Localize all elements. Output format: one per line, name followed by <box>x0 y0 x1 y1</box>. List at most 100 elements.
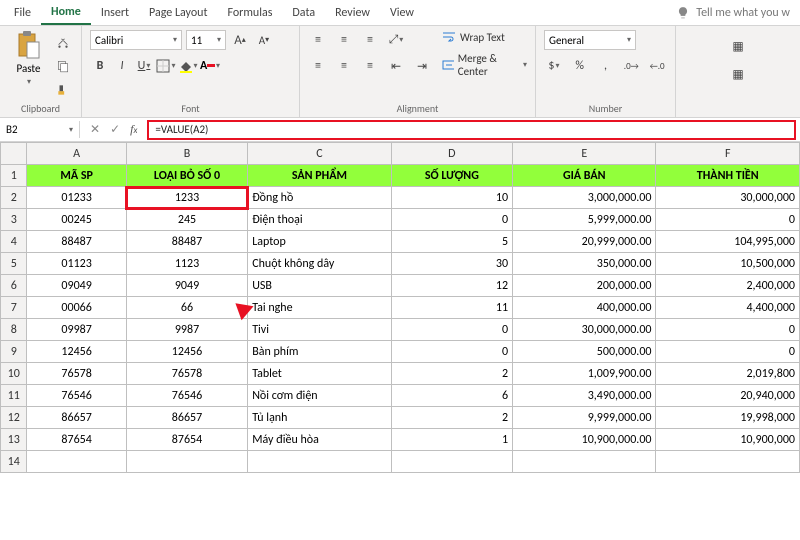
align-right-button[interactable]: ≡ <box>360 56 380 76</box>
name-box[interactable]: B2▾ <box>0 121 80 138</box>
cell[interactable]: 01233 <box>27 187 126 209</box>
align-bottom-button[interactable]: ≡ <box>360 30 380 50</box>
col-header-C[interactable]: C <box>248 143 391 165</box>
cell[interactable]: Máy điều hòa <box>248 429 391 451</box>
decrease-decimal-button[interactable]: ←.0 <box>647 56 667 76</box>
cell[interactable]: 400,000.00 <box>513 297 656 319</box>
cell[interactable]: 1 <box>391 429 512 451</box>
cell[interactable]: 5,999,000.00 <box>513 209 656 231</box>
cell[interactable]: 00066 <box>27 297 126 319</box>
col-header-B[interactable]: B <box>126 143 247 165</box>
cell[interactable]: 2 <box>391 363 512 385</box>
cell[interactable]: 1233 <box>126 187 247 209</box>
copy-button[interactable] <box>53 56 73 76</box>
accept-formula-button[interactable]: ✓ <box>110 122 120 137</box>
cell[interactable]: 0 <box>656 209 800 231</box>
formula-input[interactable]: =VALUE(A2) <box>147 120 796 140</box>
cell[interactable]: 00245 <box>27 209 126 231</box>
row-header[interactable]: 5 <box>1 253 27 275</box>
tab-file[interactable]: File <box>4 2 41 24</box>
cell[interactable]: 350,000.00 <box>513 253 656 275</box>
col-header-D[interactable]: D <box>391 143 512 165</box>
cell[interactable]: 10 <box>391 187 512 209</box>
cancel-formula-button[interactable]: ✕ <box>90 122 100 137</box>
cell[interactable]: 12456 <box>126 341 247 363</box>
cell[interactable]: 0 <box>391 341 512 363</box>
paste-button[interactable]: Paste ▾ <box>8 30 49 87</box>
cell[interactable]: 76546 <box>126 385 247 407</box>
cell[interactable]: 88487 <box>126 231 247 253</box>
row-header[interactable]: 3 <box>1 209 27 231</box>
comma-format-button[interactable]: , <box>596 56 616 76</box>
select-all-corner[interactable] <box>1 143 27 165</box>
align-middle-button[interactable]: ≡ <box>334 30 354 50</box>
number-format-select[interactable]: General▾ <box>544 30 636 50</box>
align-top-button[interactable]: ≡ <box>308 30 328 50</box>
grid[interactable]: A B C D E F 1 MÃ SP LOẠI BỎ SỐ 0 SẢN PHẨ… <box>0 142 800 473</box>
cell[interactable]: THÀNH TIỀN <box>656 165 800 187</box>
cell[interactable]: 10,900,000.00 <box>513 429 656 451</box>
cell[interactable]: 245 <box>126 209 247 231</box>
cell[interactable]: 500,000.00 <box>513 341 656 363</box>
cell[interactable]: Laptop <box>248 231 391 253</box>
cell[interactable]: Tivi <box>248 319 391 341</box>
cell[interactable]: 30,000,000 <box>656 187 800 209</box>
cell[interactable]: 1123 <box>126 253 247 275</box>
tab-view[interactable]: View <box>380 2 424 24</box>
font-color-button[interactable]: A▾ <box>200 56 220 76</box>
decrease-font-button[interactable]: A▾ <box>254 30 274 50</box>
cell[interactable]: Tablet <box>248 363 391 385</box>
cell[interactable]: Bàn phím <box>248 341 391 363</box>
cell[interactable]: 9987 <box>126 319 247 341</box>
cell[interactable]: Tai nghe <box>248 297 391 319</box>
row-header[interactable]: 6 <box>1 275 27 297</box>
tab-formulas[interactable]: Formulas <box>217 2 282 24</box>
cell[interactable]: 0 <box>656 319 800 341</box>
row-header[interactable]: 1 <box>1 165 27 187</box>
row-header[interactable]: 12 <box>1 407 27 429</box>
fill-color-button[interactable]: ▾ <box>178 56 198 76</box>
col-header-F[interactable]: F <box>656 143 800 165</box>
cell[interactable] <box>248 451 391 473</box>
borders-button[interactable]: ▾ <box>156 56 176 76</box>
cell[interactable] <box>391 451 512 473</box>
cell[interactable]: Tủ lạnh <box>248 407 391 429</box>
align-left-button[interactable]: ≡ <box>308 56 328 76</box>
row-header[interactable]: 13 <box>1 429 27 451</box>
cell[interactable]: 5 <box>391 231 512 253</box>
conditional-formatting-button[interactable]: ▦ <box>684 36 792 56</box>
orientation-button[interactable]: ⤢▾ <box>386 30 406 50</box>
cell[interactable]: 9049 <box>126 275 247 297</box>
percent-format-button[interactable]: % <box>570 56 590 76</box>
increase-indent-button[interactable]: ⇥ <box>412 56 432 76</box>
tab-pagelayout[interactable]: Page Layout <box>139 2 217 24</box>
cell[interactable] <box>513 451 656 473</box>
cell[interactable]: MÃ SP <box>27 165 126 187</box>
cell[interactable]: 12456 <box>27 341 126 363</box>
cell[interactable] <box>126 451 247 473</box>
cell[interactable]: 104,995,000 <box>656 231 800 253</box>
cell[interactable]: 4,400,000 <box>656 297 800 319</box>
row-header[interactable]: 4 <box>1 231 27 253</box>
cell[interactable]: 66 <box>126 297 247 319</box>
cell[interactable]: 87654 <box>126 429 247 451</box>
font-size-select[interactable]: 11▾ <box>186 30 226 50</box>
cell[interactable] <box>656 451 800 473</box>
row-header[interactable]: 14 <box>1 451 27 473</box>
cell[interactable]: 86657 <box>126 407 247 429</box>
cell[interactable]: 0 <box>391 319 512 341</box>
cell[interactable]: 0 <box>656 341 800 363</box>
cell[interactable]: 30 <box>391 253 512 275</box>
cell[interactable]: 76578 <box>126 363 247 385</box>
align-center-button[interactable]: ≡ <box>334 56 354 76</box>
cell[interactable] <box>27 451 126 473</box>
cell[interactable]: 12 <box>391 275 512 297</box>
cell[interactable]: 09987 <box>27 319 126 341</box>
row-header[interactable]: 10 <box>1 363 27 385</box>
tab-data[interactable]: Data <box>282 2 325 24</box>
cell[interactable]: 09049 <box>27 275 126 297</box>
cell[interactable]: GIÁ BÁN <box>513 165 656 187</box>
cell[interactable]: SẢN PHẨM <box>248 165 391 187</box>
cell[interactable]: 19,998,000 <box>656 407 800 429</box>
cell[interactable]: 9,999,000.00 <box>513 407 656 429</box>
